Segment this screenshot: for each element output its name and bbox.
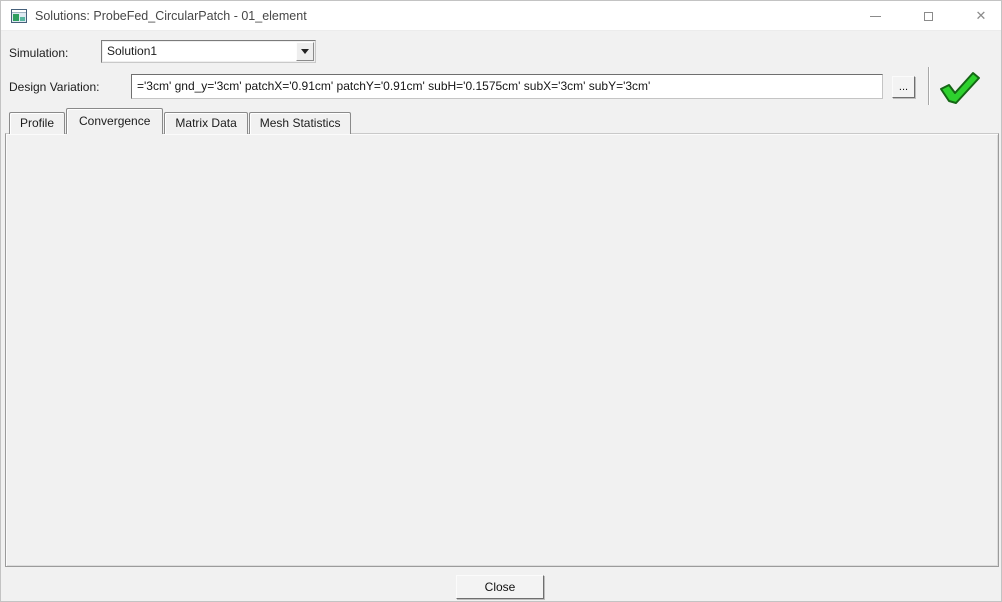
green-check-icon: [937, 71, 981, 105]
convergence-tab-panel: [5, 133, 999, 567]
close-button[interactable]: Close: [456, 575, 544, 599]
valid-check-button[interactable]: [935, 69, 983, 107]
tab-mesh-statistics[interactable]: Mesh Statistics: [249, 112, 352, 134]
toolbar-divider: [928, 67, 929, 105]
simulation-label: Simulation:: [9, 46, 68, 60]
app-icon: [11, 9, 27, 23]
close-window-button[interactable]: ✕: [964, 1, 998, 31]
window-title: Solutions: ProbeFed_CircularPatch - 01_e…: [35, 1, 307, 31]
browse-button[interactable]: ...: [892, 76, 915, 98]
simulation-dropdown-button[interactable]: [296, 42, 314, 61]
simulation-combobox[interactable]: Solution1: [101, 40, 316, 63]
maximize-button[interactable]: [911, 1, 945, 31]
simulation-value: Solution1: [107, 41, 157, 62]
design-variation-label: Design Variation:: [9, 80, 100, 94]
minimize-icon: [870, 16, 881, 17]
tab-matrix-data[interactable]: Matrix Data: [164, 112, 247, 134]
close-icon: ✕: [976, 8, 987, 24]
solutions-dialog: Solutions: ProbeFed_CircularPatch - 01_e…: [0, 0, 1002, 602]
minimize-button[interactable]: [858, 1, 892, 31]
maximize-icon: [924, 12, 933, 21]
tab-profile[interactable]: Profile: [9, 112, 65, 134]
chevron-down-icon: [301, 49, 309, 54]
tab-convergence[interactable]: Convergence: [66, 108, 163, 134]
tab-bar: Profile Convergence Matrix Data Mesh Sta…: [9, 111, 352, 134]
design-variation-field[interactable]: ='3cm' gnd_y='3cm' patchX='0.91cm' patch…: [131, 74, 883, 99]
title-bar: Solutions: ProbeFed_CircularPatch - 01_e…: [1, 1, 1001, 31]
